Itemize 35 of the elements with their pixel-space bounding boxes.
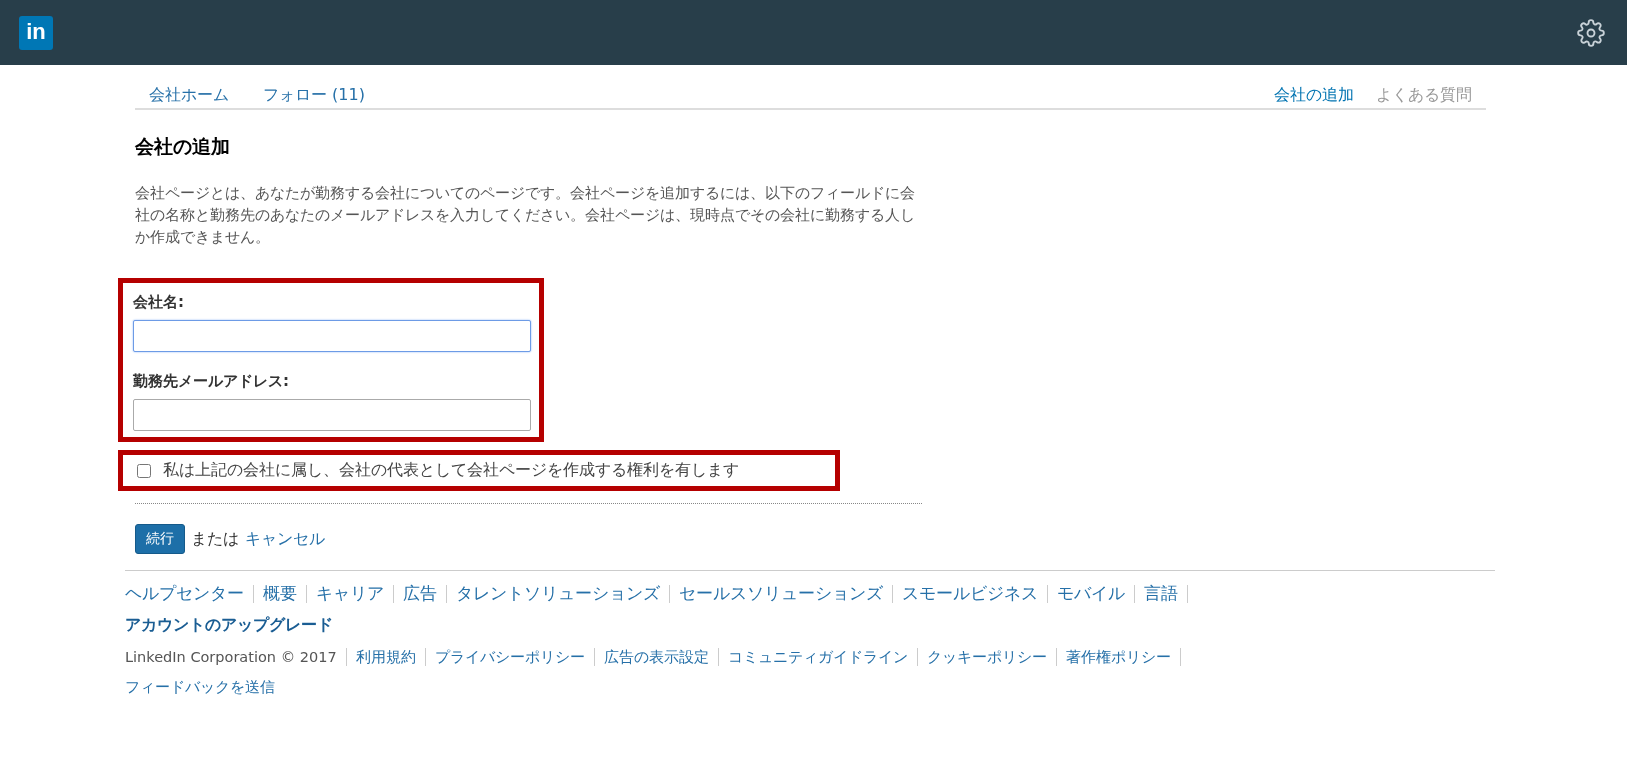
input-field[interactable] — [133, 320, 531, 352]
footer-link[interactable]: タレントソリューションズ — [447, 585, 670, 603]
page-title: 会社の追加 — [135, 134, 231, 159]
nav-tab[interactable]: フォロー (11) — [263, 81, 365, 108]
footer-link[interactable]: 言語 — [1135, 585, 1188, 603]
nav-tab[interactable]: 会社ホーム — [149, 81, 229, 108]
nav-tab[interactable]: 会社の追加 — [1274, 81, 1354, 108]
cancel-link[interactable]: キャンセル — [245, 528, 325, 550]
agreement-label: 私は上記の会社に属し、会社の代表として会社ページを作成する権利を有します — [163, 460, 739, 481]
footer-link[interactable]: 広告 — [394, 585, 447, 603]
footer-link[interactable]: 利用規約 — [346, 648, 426, 666]
footer-link[interactable]: ヘルプセンター — [125, 585, 254, 603]
footer-link[interactable]: 広告の表示設定 — [594, 648, 719, 666]
nav-tab[interactable]: よくある質問 — [1376, 81, 1472, 108]
continue-button[interactable]: 続行 — [135, 524, 185, 554]
agreement-checkbox[interactable] — [137, 463, 151, 478]
input-field[interactable] — [133, 399, 531, 431]
upgrade-link[interactable]: アカウントのアップグレード — [125, 615, 1495, 636]
footer-link[interactable]: プライバシーポリシー — [425, 648, 595, 666]
footer-link[interactable]: モバイル — [1048, 585, 1135, 603]
footer-link[interactable]: コミュニティガイドライン — [718, 648, 918, 666]
feedback-link[interactable]: フィードバックを送信 — [125, 678, 1495, 697]
settings-icon[interactable] — [1577, 18, 1605, 47]
footer-link[interactable]: 概要 — [254, 585, 307, 603]
footer-link[interactable]: 著作権ポリシー — [1056, 648, 1181, 666]
logo[interactable]: in — [19, 15, 53, 50]
footer-link[interactable]: クッキーポリシー — [917, 648, 1057, 666]
footer-link[interactable]: セールスソリューションズ — [670, 585, 893, 603]
or-text: または — [191, 528, 239, 550]
field-label: 会社名: — [133, 293, 185, 312]
page-description: 会社ページとは、あなたが勤務する会社についてのページです。会社ページを追加するには、以下のフィールドに会社の名称と勤務先のあなたのメールアドレスを入力してください。会社ページは、現時点でその会社に勤務する人しか作成できません。 — [135, 183, 915, 248]
field-label: 勤務先メールアドレス: — [133, 372, 290, 391]
footer-link[interactable]: スモールビジネス — [893, 585, 1048, 603]
copyright: LinkedIn Corporation © 2017 — [125, 648, 347, 666]
footer-link[interactable]: キャリア — [307, 585, 394, 603]
